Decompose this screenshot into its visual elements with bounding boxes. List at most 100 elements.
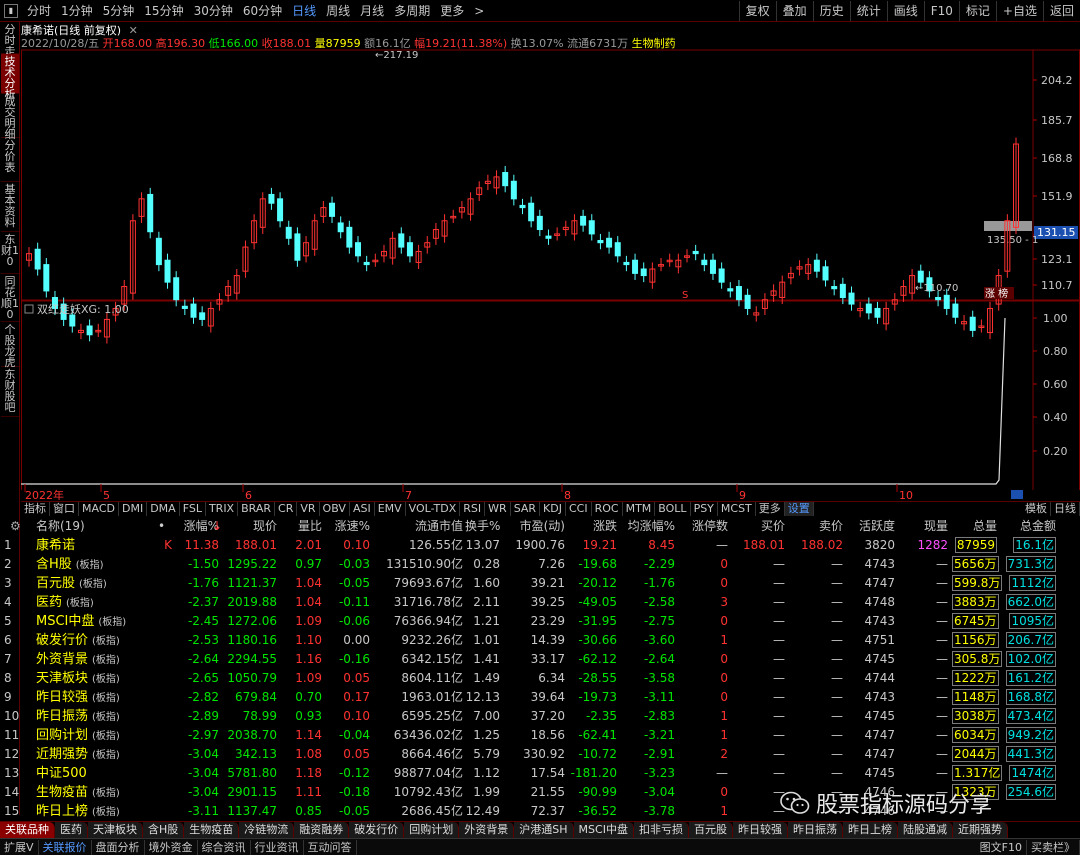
table-row[interactable]: 10 昨日振荡 (板指) -2.89 78.99 0.93 0.10 6595.25亿 7.00… [0,707,1080,726]
indicator-tab-1[interactable]: 窗口 [50,502,79,516]
indicator-tab-6[interactable]: TRIX [206,502,239,516]
stock-name-cell[interactable]: 含H股 [36,557,72,572]
indicator-tab-21[interactable]: BOLL [655,502,691,516]
indicator-tab-24[interactable]: 更多 [756,502,785,516]
header-13[interactable]: 买价 [733,517,785,536]
header-5[interactable]: 量比 [282,517,322,536]
indicator-tab-16[interactable]: SAR [511,502,541,516]
table-row[interactable]: 2 含H股 (板指) -1.50 1295.22 0.97 -0.03 131510.90亿 0… [0,555,1080,574]
left-tab-8[interactable]: 东财股吧 [1,367,19,417]
section-tab-16[interactable]: 昨日上榜 [842,822,898,838]
stock-name-cell[interactable]: 昨日上榜 [36,804,88,819]
header-1[interactable]: 名称(19) [36,517,156,536]
section-tab-14[interactable]: 昨日较强 [732,822,788,838]
left-tab-1[interactable]: 技术分析 [1,54,19,100]
section-tab-11[interactable]: MSCI中盘 [573,822,634,838]
period-day-button[interactable]: 日线 [1051,502,1080,516]
left-tab-0[interactable]: 分时走势 [1,22,19,68]
header-17[interactable]: 总量 [952,517,997,536]
section-tab-3[interactable]: 含H股 [143,822,185,838]
period-tab-2[interactable]: 5分钟 [98,1,140,21]
indicator-tab-22[interactable]: PSY [691,502,718,516]
header-8[interactable]: 换手% [465,517,500,536]
section-tab-5[interactable]: 冷链物流 [239,822,295,838]
header-15[interactable]: 活跃度 [847,517,895,536]
table-row[interactable]: 6 破发行价 (板指) -2.53 1180.16 1.10 0.00 9232.26亿 1.0… [0,631,1080,650]
top-button-0[interactable]: 复权 [738,1,776,21]
scroll-marker[interactable] [1011,490,1023,499]
indicator-tab-19[interactable]: ROC [592,502,623,516]
stock-name-cell[interactable]: 近期强势 [36,747,88,762]
top-button-6[interactable]: 标记 [958,1,996,21]
section-tab-2[interactable]: 天津板块 [88,822,143,838]
left-tab-6[interactable]: 同花顺10 [1,274,19,322]
stock-name-cell[interactable]: 昨日振荡 [36,709,88,724]
period-tab-3[interactable]: 15分钟 [139,1,188,21]
indicator-tab-17[interactable]: KDJ [540,502,566,516]
stock-name-cell[interactable]: 外资背景 [36,652,88,667]
indicator-tab-23[interactable]: MCST [718,502,756,516]
top-button-1[interactable]: 叠加 [775,1,813,21]
stock-name-cell[interactable]: 天津板块 [36,671,88,686]
table-row[interactable]: 9 昨日较强 (板指) -2.82 679.84 0.70 0.17 1963.01亿 12.1… [0,688,1080,707]
header-7[interactable]: 流通市值 [378,517,463,536]
indicator-tab-12[interactable]: EMV [375,502,406,516]
header-18[interactable]: 总金额 [1000,517,1056,536]
indicator-tab-15[interactable]: WR [485,502,511,516]
indicator-tab-5[interactable]: FSL [180,502,206,516]
status-item-1[interactable]: 关联报价 [39,839,92,855]
period-tab-8[interactable]: 月线 [355,1,389,21]
stock-name-cell[interactable]: MSCI中盘 [36,614,94,629]
zhang-bang-label[interactable]: 涨 榜 [985,287,1008,300]
indicator-template-button[interactable]: 模板 [1022,502,1051,516]
table-row[interactable]: 12 近期强势 (板指) -3.04 342.13 1.08 0.05 8664.46亿 5.7… [0,745,1080,764]
period-tab-0[interactable]: 分时 [22,1,56,21]
header-4[interactable]: 现价 [225,517,277,536]
indicator-tab-4[interactable]: DMA [147,502,180,516]
top-button-7[interactable]: +自选 [995,1,1043,21]
indicator-tab-13[interactable]: VOL-TDX [406,502,461,516]
stock-name-cell[interactable]: 昨日较强 [36,690,88,705]
section-tab-8[interactable]: 回购计划 [404,822,460,838]
left-tab-2[interactable]: 成交明细 [1,94,19,140]
indicator-tab-2[interactable]: MACD [79,502,119,516]
status-item-5[interactable]: 行业资讯 [251,839,304,855]
status-item-3[interactable]: 境外资金 [145,839,198,855]
left-tab-7[interactable]: 个股龙虎 [1,322,19,368]
section-tab-10[interactable]: 沪港通SH [514,822,574,838]
expand-icon[interactable]: ▮ [4,3,18,18]
stock-name-cell[interactable]: 百元股 [36,576,75,591]
table-row[interactable]: 4 医药 (板指) -2.37 2019.88 1.04 -0.11 31716.78亿 2.1… [0,593,1080,612]
header-16[interactable]: 现量 [898,517,948,536]
stock-name-cell[interactable]: 生物疫苗 [36,785,88,800]
top-button-4[interactable]: 画线 [886,1,924,21]
stock-name-cell[interactable]: 医药 [36,595,62,610]
header-14[interactable]: 卖价 [789,517,843,536]
period-tab-4[interactable]: 30分钟 [189,1,238,21]
top-button-3[interactable]: 统计 [849,1,887,21]
table-row[interactable]: 3 百元股 (板指) -1.76 1121.37 1.04 -0.05 79693.67亿 1.… [0,574,1080,593]
table-row[interactable]: 5 MSCI中盘 (板指) -2.45 1272.06 1.09 -0.06 76366.94… [0,612,1080,631]
section-tab-17[interactable]: 陆股通减 [897,822,953,838]
top-button-5[interactable]: F10 [923,1,959,21]
table-row[interactable]: 7 外资背景 (板指) -2.64 2294.55 1.16 -0.16 6342.15亿 1.… [0,650,1080,669]
table-row[interactable]: 8 天津板块 (板指) -2.65 1050.79 1.09 0.05 8604.11亿 1.4… [0,669,1080,688]
more-arrow-icon[interactable]: > [469,1,489,21]
indicator-tab-25[interactable]: 设置 [784,502,814,516]
header-11[interactable]: 均涨幅% [622,517,675,536]
period-tab-5[interactable]: 60分钟 [238,1,287,21]
header-10[interactable]: 涨跌 [569,517,617,536]
indicator-tab-14[interactable]: RSI [460,502,486,516]
top-button-8[interactable]: 返回 [1042,1,1080,21]
indicator-tab-0[interactable]: 指标 [21,502,50,516]
section-tab-0[interactable]: 关联品种 [0,822,55,838]
section-tab-7[interactable]: 破发行价 [349,822,405,838]
period-tab-9[interactable]: 多周期 [389,1,435,21]
period-tab-7[interactable]: 周线 [321,1,355,21]
indicator-settings-icon[interactable] [24,304,34,314]
section-tab-9[interactable]: 外资背景 [459,822,515,838]
indicator-tab-7[interactable]: BRAR [238,502,276,516]
status-item-0[interactable]: 扩展V [0,839,39,855]
indicator-tab-3[interactable]: DMI [119,502,148,516]
left-tab-3[interactable]: 分价表 [1,138,19,182]
